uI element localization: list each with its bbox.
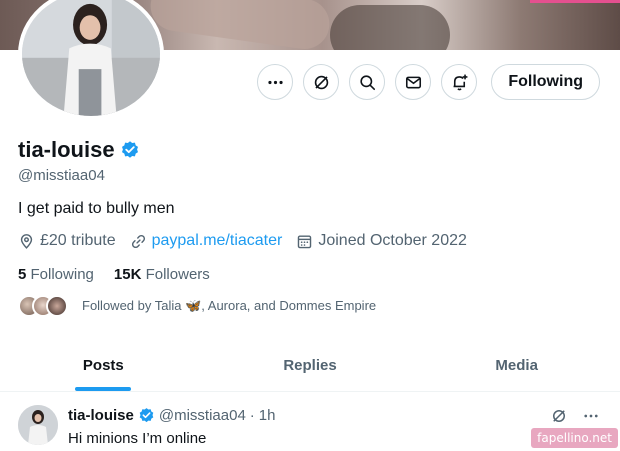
grok-button[interactable]: [303, 64, 340, 100]
more-icon[interactable]: [582, 407, 600, 425]
profile-bio: I get paid to bully men: [18, 200, 175, 217]
link-icon: [131, 234, 145, 248]
message-button[interactable]: [395, 64, 432, 100]
tab-label: Replies: [283, 357, 337, 374]
tweet-avatar[interactable]: [18, 405, 58, 445]
followers-label: Followers: [145, 266, 210, 283]
following-button[interactable]: Following: [491, 64, 600, 100]
followers-count: 15K: [113, 266, 142, 283]
tweet-separator: ·: [249, 407, 255, 424]
watermark: fapellino.net: [531, 428, 618, 448]
tweet-header: tia-louise @misstiaa04 · 1h: [68, 407, 275, 424]
notifications-button[interactable]: [441, 64, 478, 100]
followers-count-link[interactable]: 15K Followers: [114, 266, 210, 283]
profile-avatar[interactable]: [18, 0, 164, 120]
followed-by-text: Followed by Talia 🦋, Aurora, and Dommes …: [82, 298, 377, 313]
message-icon: [405, 76, 421, 88]
verified-badge-icon[interactable]: [120, 140, 140, 160]
following-label: Following: [30, 266, 94, 283]
follower-avatars: [18, 295, 68, 317]
display-name: tia-louise: [18, 137, 115, 162]
tab-media[interactable]: Media: [413, 340, 620, 391]
joined-text: Joined October 2022: [318, 232, 467, 249]
website-item[interactable]: paypal.me/tiacater: [130, 232, 283, 250]
banner-image-shape: [147, 0, 333, 50]
tab-posts[interactable]: Posts: [0, 340, 207, 391]
tweet-text: Hi minions I’m online: [68, 430, 207, 447]
following-count: 5: [18, 266, 27, 283]
profile-actions: Following: [257, 64, 600, 100]
calendar-icon: [298, 234, 312, 248]
followed-by-row[interactable]: Followed by Talia 🦋, Aurora, and Dommes …: [18, 295, 376, 317]
tweet-author-name[interactable]: tia-louise: [68, 407, 134, 424]
profile-name-row: tia-louise: [18, 137, 140, 163]
verified-badge-icon: [138, 407, 155, 424]
following-count-link[interactable]: 5 Following: [18, 266, 94, 283]
banner-stripe: [530, 0, 620, 3]
banner-image-shape: [330, 5, 450, 50]
profile-tabs: Posts Replies Media: [0, 340, 620, 392]
location-item: £20 tribute: [18, 232, 116, 250]
joined-item: Joined October 2022: [296, 232, 467, 250]
more-button[interactable]: [257, 64, 294, 100]
more-icon: [268, 80, 283, 84]
location-icon: [20, 233, 33, 249]
search-icon: [360, 74, 375, 90]
notification-add-icon: [453, 74, 468, 90]
tweet[interactable]: tia-louise @misstiaa04 · 1h Hi minions I…: [0, 393, 620, 451]
profile-meta: £20 tribute paypal.me/tiacater Joined Oc…: [18, 232, 467, 250]
grok-icon[interactable]: [550, 407, 568, 425]
tab-replies[interactable]: Replies: [207, 340, 414, 391]
profile-handle: @misstiaa04: [18, 167, 105, 184]
follower-avatar: [46, 295, 68, 317]
tab-label: Posts: [82, 357, 124, 374]
follow-counts: 5 Following 15K Followers: [18, 266, 210, 283]
tweet-author-handle[interactable]: @misstiaa04: [159, 407, 246, 424]
tab-label: Media: [495, 357, 538, 374]
tweet-actions: [550, 407, 600, 425]
active-tab-indicator: [75, 387, 132, 391]
website-link[interactable]: paypal.me/tiacater: [152, 232, 283, 250]
search-button[interactable]: [349, 64, 386, 100]
tweet-time[interactable]: 1h: [259, 407, 276, 424]
grok-icon: [314, 75, 329, 89]
location-text: £20 tribute: [40, 232, 116, 249]
